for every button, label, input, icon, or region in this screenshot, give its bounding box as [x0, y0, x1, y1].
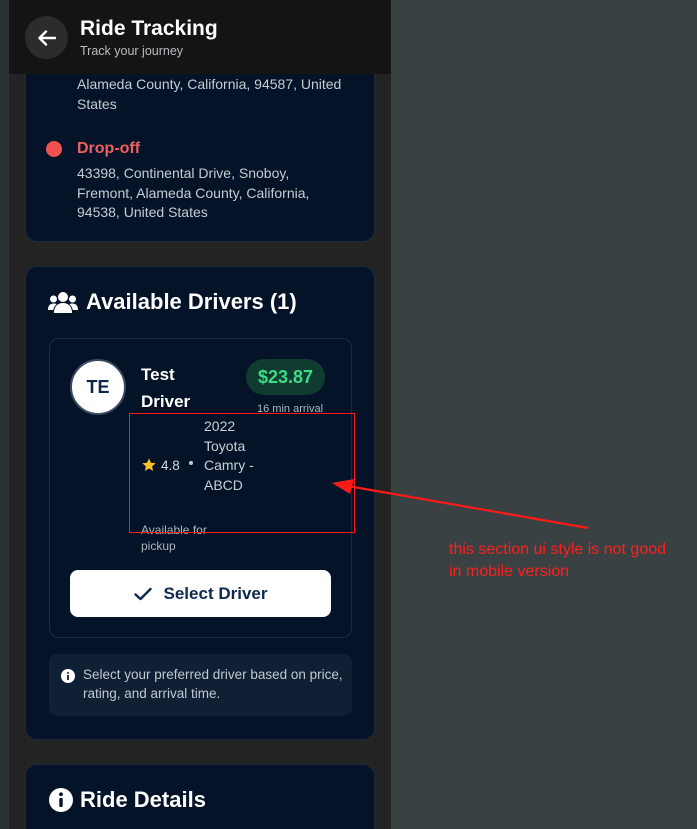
select-driver-button[interactable]: Select Driver — [70, 570, 331, 617]
driver-name: Test Driver — [141, 365, 191, 411]
annotation-note: this section ui style is not good in mob… — [449, 541, 667, 580]
info-text: Select your preferred driver based on pr… — [83, 667, 343, 701]
dropoff-address: 43398, Continental Drive, Snoboy, Fremon… — [77, 165, 310, 220]
users-icon — [48, 292, 78, 313]
pickup-address: Alameda County, California, 94587, Unite… — [77, 76, 342, 112]
ride-details-card: Ride Details — [25, 764, 375, 829]
back-button[interactable] — [25, 16, 68, 59]
driver-info-hint: Select your preferred driver based on pr… — [49, 654, 352, 716]
ride-details-heading: Ride Details — [48, 787, 206, 813]
driver-avatar: TE — [70, 359, 126, 415]
annotation-arrow-icon — [332, 479, 589, 530]
info-icon — [61, 669, 75, 683]
dropoff-label: Drop-off — [77, 140, 141, 157]
page-subtitle: Track your journey — [80, 44, 184, 58]
dropoff-marker-icon — [46, 141, 62, 157]
left-edge-strip — [0, 0, 9, 829]
page-title: Ride Tracking — [80, 17, 218, 40]
available-drivers-title: Available Drivers (1) — [86, 289, 297, 314]
app-header: Ride Tracking Track your journey — [9, 0, 391, 74]
ride-details-title: Ride Details — [80, 787, 206, 812]
arrow-left-icon — [37, 29, 56, 46]
info-circle-icon — [49, 788, 73, 812]
price-badge: $23.87 — [246, 359, 326, 395]
check-icon — [133, 587, 152, 600]
select-driver-label: Select Driver — [163, 583, 268, 603]
available-drivers-heading: Available Drivers (1) — [48, 289, 297, 315]
